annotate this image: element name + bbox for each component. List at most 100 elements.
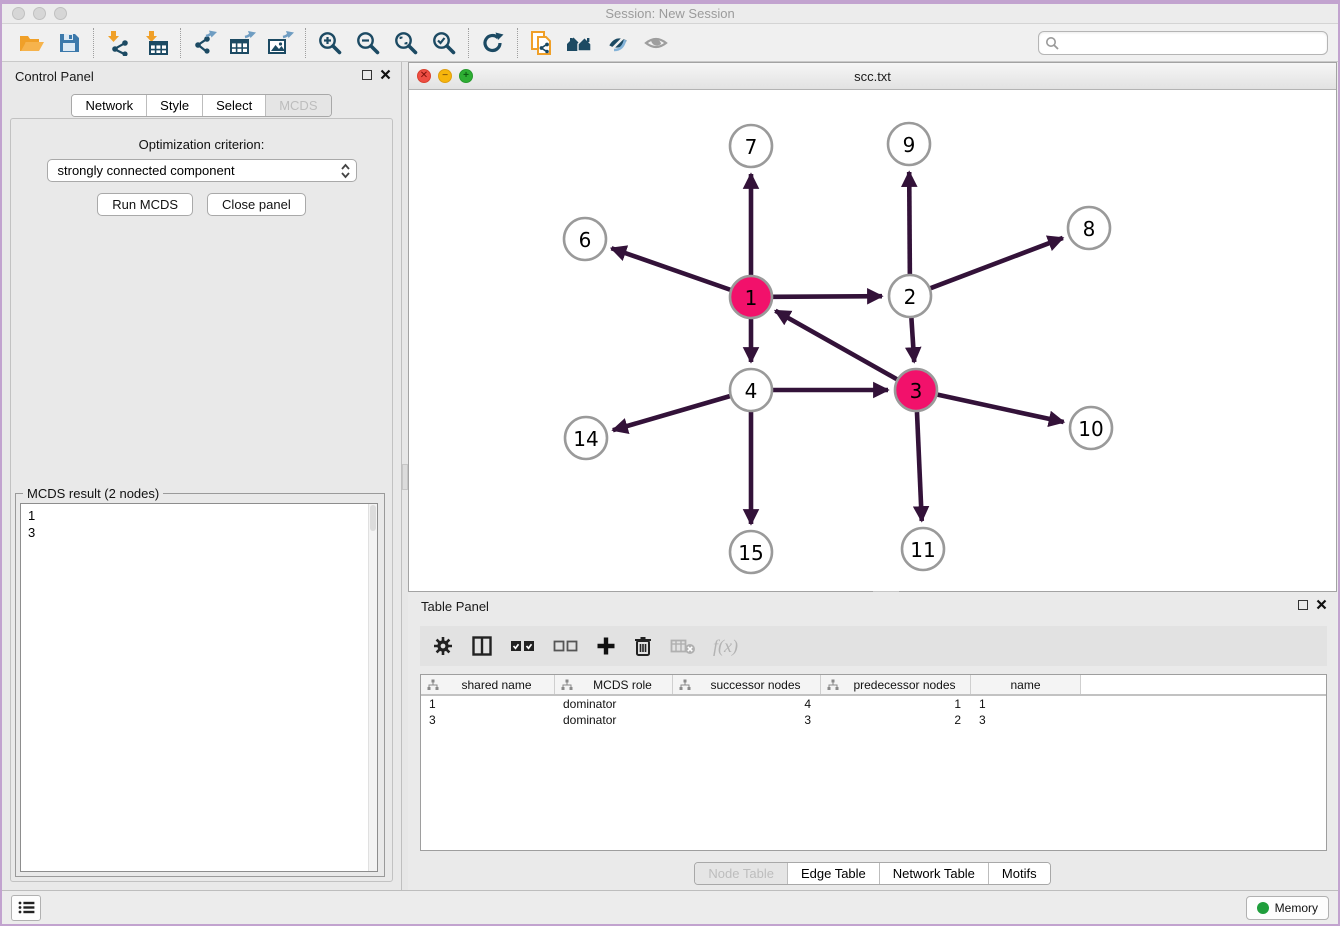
toolbar-separator <box>180 28 181 58</box>
import-table-icon[interactable] <box>137 27 175 59</box>
graph-edge-2-8[interactable] <box>931 238 1063 288</box>
tab-node-table[interactable]: Node Table <box>695 863 788 884</box>
network-minimize-button[interactable]: − <box>438 69 452 83</box>
search-input[interactable] <box>1059 36 1321 50</box>
table-cell[interactable]: dominator <box>555 696 673 712</box>
deselect-all-columns-icon[interactable] <box>553 638 579 654</box>
column-header-name[interactable]: name <box>971 675 1081 694</box>
close-window-button[interactable] <box>12 7 25 20</box>
zoom-in-icon[interactable] <box>311 27 349 59</box>
tab-network[interactable]: Network <box>72 95 147 116</box>
network-window-titlebar: ✕ − + scc.txt <box>409 63 1336 90</box>
zoom-out-icon[interactable] <box>349 27 387 59</box>
close-panel-icon[interactable] <box>380 69 391 80</box>
table-header-row: shared nameMCDS rolesuccessor nodesprede… <box>421 675 1326 696</box>
search-box[interactable] <box>1038 31 1328 55</box>
mcds-result-item[interactable]: 1 <box>28 507 377 524</box>
tab-mcds[interactable]: MCDS <box>266 95 330 116</box>
tree-hierarchy-icon <box>427 679 439 691</box>
result-scrollbar[interactable] <box>368 504 377 871</box>
apply-function-icon: f(x) <box>713 636 738 657</box>
tab-select[interactable]: Select <box>203 95 266 116</box>
memory-button[interactable]: Memory <box>1246 896 1329 920</box>
mcds-result-label: MCDS result (2 nodes) <box>23 486 163 501</box>
status-bar: Memory <box>2 890 1338 924</box>
table-cell[interactable]: 2 <box>821 712 971 728</box>
table-cell[interactable]: 3 <box>673 712 821 728</box>
show-columns-icon[interactable] <box>471 635 493 657</box>
graph-edge-3-1[interactable] <box>775 311 896 379</box>
run-mcds-button[interactable]: Run MCDS <box>97 193 193 216</box>
graph-edge-2-3[interactable] <box>911 318 914 362</box>
table-cell[interactable]: 4 <box>673 696 821 712</box>
zoom-selected-icon[interactable] <box>425 27 463 59</box>
graph-node-label-4: 4 <box>745 379 758 403</box>
toolbar-separator <box>517 28 518 58</box>
export-table-icon[interactable] <box>224 27 262 59</box>
close-panel-button[interactable]: Close panel <box>207 193 306 216</box>
column-header-successor-nodes[interactable]: successor nodes <box>673 675 821 694</box>
mcds-tab-content: Optimization criterion: strongly connect… <box>10 118 393 882</box>
table-cell[interactable]: 1 <box>421 696 555 712</box>
import-network-icon[interactable] <box>99 27 137 59</box>
export-image-icon[interactable] <box>262 27 300 59</box>
tab-motifs[interactable]: Motifs <box>989 863 1050 884</box>
graph-node-label-7: 7 <box>745 135 758 159</box>
delete-column-icon[interactable] <box>633 635 653 657</box>
graph-edge-3-10[interactable] <box>937 395 1063 422</box>
table-cell[interactable]: 1 <box>821 696 971 712</box>
table-cell[interactable]: dominator <box>555 712 673 728</box>
network-canvas[interactable]: 7968124314101511 <box>409 90 1336 591</box>
minimize-window-button[interactable] <box>33 7 46 20</box>
graph-edge-3-11[interactable] <box>917 412 922 521</box>
float-table-panel-icon[interactable] <box>1298 600 1308 610</box>
graph-node-label-8: 8 <box>1083 217 1096 241</box>
graph-edge-4-14[interactable] <box>613 396 730 430</box>
select-all-columns-icon[interactable] <box>510 638 536 654</box>
close-table-panel-icon[interactable] <box>1316 599 1327 610</box>
table-row[interactable]: 3dominator323 <box>421 712 1326 728</box>
table-cell[interactable]: 3 <box>421 712 555 728</box>
column-header-MCDS-role[interactable]: MCDS role <box>555 675 673 694</box>
graph-node-label-1: 1 <box>745 286 758 310</box>
maximize-window-button[interactable] <box>54 7 67 20</box>
graph-edge-1-2[interactable] <box>773 296 882 297</box>
main-toolbar <box>2 24 1338 62</box>
mcds-result-item[interactable]: 3 <box>28 524 377 541</box>
task-list-icon <box>18 900 35 915</box>
show-annotations-icon <box>637 27 675 59</box>
home-first-neighbors-icon[interactable] <box>561 27 599 59</box>
memory-status-icon <box>1257 902 1269 914</box>
save-session-icon[interactable] <box>50 27 88 59</box>
column-header-shared-name[interactable]: shared name <box>421 675 555 694</box>
table-cell[interactable]: 1 <box>971 696 1081 712</box>
zoom-fit-icon[interactable] <box>387 27 425 59</box>
tab-edge-table[interactable]: Edge Table <box>788 863 880 884</box>
duplicate-network-icon[interactable] <box>523 27 561 59</box>
window-traffic-lights <box>12 7 67 20</box>
table-row[interactable]: 1dominator411 <box>421 696 1326 712</box>
tree-hierarchy-icon <box>679 679 691 691</box>
column-header-predecessor-nodes[interactable]: predecessor nodes <box>821 675 971 694</box>
network-maximize-button[interactable]: + <box>459 69 473 83</box>
task-history-button[interactable] <box>11 895 41 921</box>
table-cell[interactable]: 3 <box>971 712 1081 728</box>
float-panel-icon[interactable] <box>362 70 372 80</box>
table-settings-icon[interactable] <box>432 635 454 657</box>
graph-edge-2-9[interactable] <box>909 172 910 274</box>
network-view-window: ✕ − + scc.txt 7968124314101511 <box>408 62 1337 592</box>
criterion-dropdown[interactable]: strongly connected component <box>47 159 357 182</box>
toggle-graphics-details-icon[interactable] <box>599 27 637 59</box>
refresh-view-icon[interactable] <box>474 27 512 59</box>
tab-network-table[interactable]: Network Table <box>880 863 989 884</box>
mcds-result-list[interactable]: 13 <box>20 503 378 872</box>
graph-edge-1-6[interactable] <box>611 248 730 290</box>
export-network-icon[interactable] <box>186 27 224 59</box>
add-column-icon[interactable] <box>596 636 616 656</box>
tab-style[interactable]: Style <box>147 95 203 116</box>
open-session-icon[interactable] <box>12 27 50 59</box>
tree-hierarchy-icon <box>827 679 839 691</box>
window-title: Session: New Session <box>2 4 1338 24</box>
node-table[interactable]: shared nameMCDS rolesuccessor nodesprede… <box>420 674 1327 851</box>
network-close-button[interactable]: ✕ <box>417 69 431 83</box>
